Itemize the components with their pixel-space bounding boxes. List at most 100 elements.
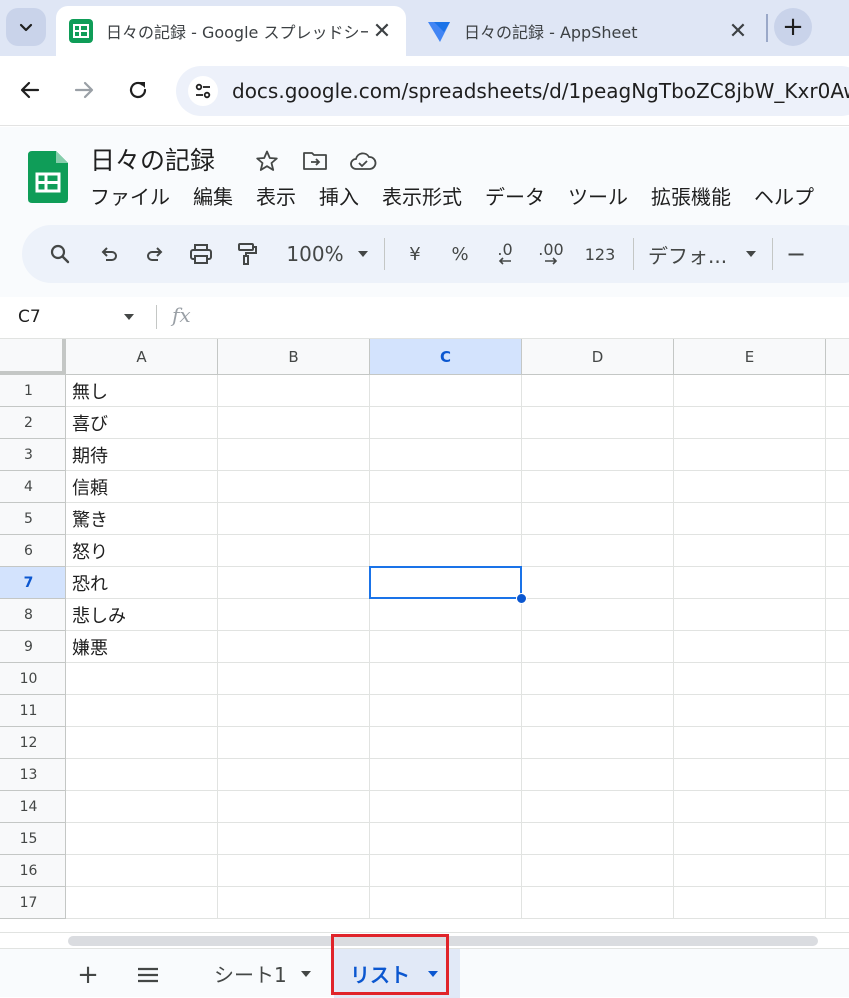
cell-f9[interactable] xyxy=(826,631,849,663)
row-header-14[interactable]: 14 xyxy=(0,791,66,823)
browser-tab-appsheet[interactable]: 日々の記録 - AppSheet ✕ xyxy=(414,6,762,56)
zoom-dropdown-icon[interactable] xyxy=(350,234,376,274)
name-box[interactable]: C7 xyxy=(18,307,41,327)
cell-e8[interactable] xyxy=(674,599,826,631)
menu-format[interactable]: 表示形式 xyxy=(382,181,462,210)
cell-a10[interactable] xyxy=(66,663,218,695)
cell-f8[interactable] xyxy=(826,599,849,631)
percent-format-button[interactable]: % xyxy=(437,234,483,274)
cell-a8[interactable]: 悲しみ xyxy=(66,599,218,631)
selected-cell-c7[interactable] xyxy=(369,566,522,599)
cell-a9[interactable]: 嫌悪 xyxy=(66,631,218,663)
cell-f3[interactable] xyxy=(826,439,849,471)
tab-search-button[interactable] xyxy=(6,8,46,46)
cell-f14[interactable] xyxy=(826,791,849,823)
reload-button[interactable] xyxy=(118,70,158,110)
cell-b8[interactable] xyxy=(218,599,370,631)
increase-decimal-button[interactable]: .00 xyxy=(527,234,575,274)
currency-format-button[interactable]: ¥ xyxy=(393,234,437,274)
cell-d8[interactable] xyxy=(522,599,674,631)
cell-c8[interactable] xyxy=(370,599,522,631)
cell-f13[interactable] xyxy=(826,759,849,791)
cell-b10[interactable] xyxy=(218,663,370,695)
cell-c10[interactable] xyxy=(370,663,522,695)
column-header-e[interactable]: E xyxy=(674,339,826,375)
cell-e1[interactable] xyxy=(674,375,826,407)
cell-b2[interactable] xyxy=(218,407,370,439)
font-select[interactable]: デフォ... xyxy=(642,234,738,274)
cell-c17[interactable] xyxy=(370,887,522,919)
cell-d12[interactable] xyxy=(522,727,674,759)
zoom-select[interactable]: 100% xyxy=(280,234,350,274)
move-folder-icon[interactable] xyxy=(298,147,332,175)
close-tab-icon[interactable]: ✕ xyxy=(368,17,396,45)
cell-b15[interactable] xyxy=(218,823,370,855)
menu-extensions[interactable]: 拡張機能 xyxy=(651,181,731,210)
browser-tab-sheets[interactable]: 日々の記録 - Google スプレッドシー ✕ xyxy=(56,6,406,56)
cell-a5[interactable]: 驚き xyxy=(66,503,218,535)
forward-button[interactable] xyxy=(64,70,104,110)
cell-f17[interactable] xyxy=(826,887,849,919)
decrease-decimal-button[interactable]: .0 xyxy=(483,234,527,274)
cell-c9[interactable] xyxy=(370,631,522,663)
cell-d11[interactable] xyxy=(522,695,674,727)
cell-e14[interactable] xyxy=(674,791,826,823)
row-header-16[interactable]: 16 xyxy=(0,855,66,887)
all-sheets-button[interactable] xyxy=(130,957,166,993)
cell-d4[interactable] xyxy=(522,471,674,503)
cell-f11[interactable] xyxy=(826,695,849,727)
cell-d2[interactable] xyxy=(522,407,674,439)
decrease-font-size-button[interactable]: − xyxy=(781,234,811,274)
cell-b6[interactable] xyxy=(218,535,370,567)
name-box-dropdown-icon[interactable] xyxy=(124,309,134,320)
column-header-f[interactable] xyxy=(826,339,849,375)
cell-c13[interactable] xyxy=(370,759,522,791)
cell-c5[interactable] xyxy=(370,503,522,535)
cell-c11[interactable] xyxy=(370,695,522,727)
row-header-1[interactable]: 1 xyxy=(0,375,66,407)
cell-e4[interactable] xyxy=(674,471,826,503)
cell-f1[interactable] xyxy=(826,375,849,407)
cell-a4[interactable]: 信頼 xyxy=(66,471,218,503)
cell-b4[interactable] xyxy=(218,471,370,503)
cell-f16[interactable] xyxy=(826,855,849,887)
row-header-3[interactable]: 3 xyxy=(0,439,66,471)
row-header-6[interactable]: 6 xyxy=(0,535,66,567)
cell-c2[interactable] xyxy=(370,407,522,439)
cell-f7[interactable] xyxy=(826,567,849,599)
cell-d13[interactable] xyxy=(522,759,674,791)
cell-d16[interactable] xyxy=(522,855,674,887)
sheet-tab-sheet1[interactable]: シート1 xyxy=(200,949,328,998)
cell-a2[interactable]: 喜び xyxy=(66,407,218,439)
row-header-4[interactable]: 4 xyxy=(0,471,66,503)
cell-e6[interactable] xyxy=(674,535,826,567)
cell-e2[interactable] xyxy=(674,407,826,439)
cell-b13[interactable] xyxy=(218,759,370,791)
cell-b14[interactable] xyxy=(218,791,370,823)
back-button[interactable] xyxy=(10,70,50,110)
row-header-7[interactable]: 7 xyxy=(0,567,66,599)
site-settings-icon[interactable] xyxy=(188,76,218,106)
undo-button[interactable] xyxy=(86,234,132,274)
cell-d1[interactable] xyxy=(522,375,674,407)
cell-d7[interactable] xyxy=(522,567,674,599)
sheets-logo-icon[interactable] xyxy=(28,151,68,203)
font-dropdown-icon[interactable] xyxy=(738,234,764,274)
cell-e7[interactable] xyxy=(674,567,826,599)
cell-e13[interactable] xyxy=(674,759,826,791)
spreadsheet-grid[interactable]: A B C D E 1 無し 2 喜び 3 期待 4 信頼 5 驚き 6 怒り 7 恐れ 8 悲しみ 9 嫌悪 10… xyxy=(0,339,849,932)
cell-e16[interactable] xyxy=(674,855,826,887)
cell-b17[interactable] xyxy=(218,887,370,919)
cell-c15[interactable] xyxy=(370,823,522,855)
cell-e3[interactable] xyxy=(674,439,826,471)
cell-f12[interactable] xyxy=(826,727,849,759)
menu-insert[interactable]: 挿入 xyxy=(319,181,359,210)
cell-a15[interactable] xyxy=(66,823,218,855)
cell-a16[interactable] xyxy=(66,855,218,887)
row-header-17[interactable]: 17 xyxy=(0,887,66,919)
cell-a7[interactable]: 恐れ xyxy=(66,567,218,599)
cell-a1[interactable]: 無し xyxy=(66,375,218,407)
cell-d3[interactable] xyxy=(522,439,674,471)
sheet-tab-dropdown-icon[interactable] xyxy=(300,970,311,977)
row-header-5[interactable]: 5 xyxy=(0,503,66,535)
